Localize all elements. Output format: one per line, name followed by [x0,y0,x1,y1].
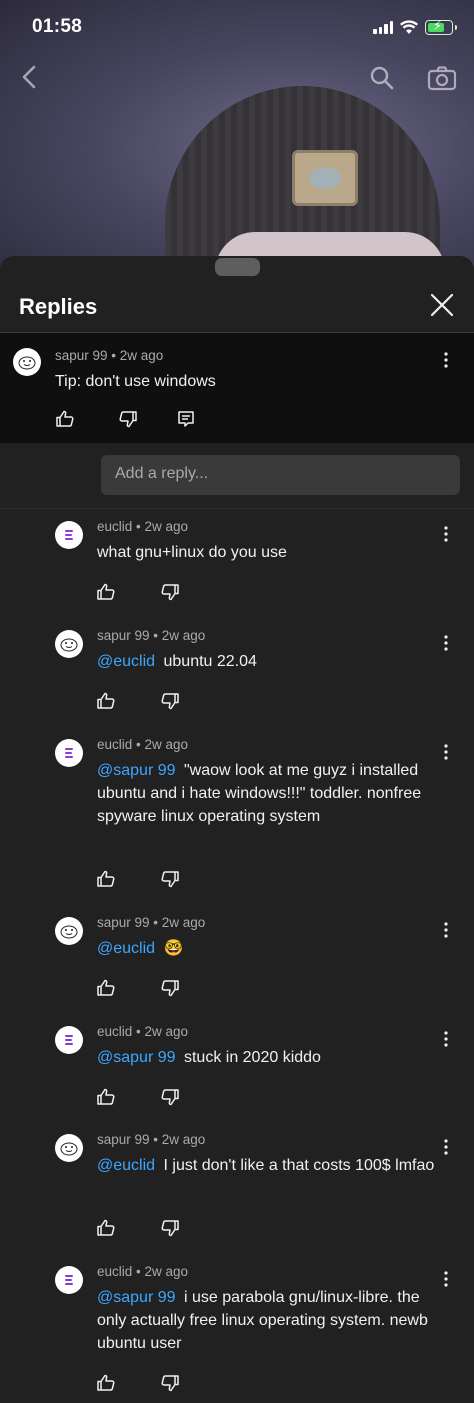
comment-meta: euclid • 2w ago [97,737,189,752]
avatar[interactable] [55,1026,83,1054]
comment-text: @sapur 99 "waow look at me guyz i instal… [97,759,442,828]
comment-meta: sapur 99 • 2w ago [97,628,206,643]
reply-divider [0,508,474,509]
camera-icon[interactable] [427,65,457,91]
comment-age: 2w ago [161,628,206,643]
avatar[interactable] [55,630,83,658]
comment-author[interactable]: sapur 99 [55,348,108,363]
add-reply-input[interactable]: Add a reply... [101,455,460,495]
avatar[interactable] [55,1134,83,1162]
thumbs-up-icon[interactable] [96,582,116,602]
comment-text: @euclid 🤓 [97,937,442,960]
battery-icon: ⚡ [425,18,457,35]
thumbs-up-icon[interactable] [96,1218,116,1238]
euclid-avatar-icon [65,1035,73,1045]
comment-mention[interactable]: @sapur 99 [97,1049,176,1066]
euclid-avatar-icon [65,748,73,758]
comment-meta: sapur 99 • 2w ago [97,1132,206,1147]
thumbs-down-icon[interactable] [160,869,180,889]
comment-mention[interactable]: @sapur 99 [97,762,176,779]
comment-age: 2w ago [144,1024,189,1039]
wifi-icon [399,20,419,34]
avatar[interactable] [13,348,41,376]
thumbs-up-icon[interactable] [96,1087,116,1107]
status-bar: 01:58 ⚡ [0,0,474,58]
thumbs-down-icon[interactable] [160,1373,180,1393]
comment-author[interactable]: euclid [97,737,132,752]
comment-text: @sapur 99 stuck in 2020 kiddo [97,1046,442,1069]
thumbs-down-icon[interactable] [160,978,180,998]
comment-author[interactable]: euclid [97,1024,132,1039]
comment-age: 2w ago [144,519,189,534]
comment-meta: euclid • 2w ago [97,1264,189,1279]
euclid-avatar-icon [65,530,73,540]
more-vert-icon[interactable] [438,351,454,369]
close-icon[interactable] [429,292,455,318]
status-time: 01:58 [32,16,83,37]
comment-text: @euclid ubuntu 22.04 [97,650,442,673]
thumbs-up-icon[interactable] [55,409,75,429]
comment-mention[interactable]: @sapur 99 [97,1289,176,1306]
comment-text: @sapur 99 i use parabola gnu/linux-libre… [97,1286,442,1355]
comment-meta: sapur 99 • 2w ago [55,348,164,363]
thumbs-up-icon[interactable] [96,691,116,711]
search-icon[interactable] [369,65,395,91]
comment-age: 2w ago [119,348,164,363]
snowman-avatar-icon [60,638,78,652]
comment-mention[interactable]: @euclid [97,1157,155,1174]
comment-body: ubuntu 22.04 [163,653,257,670]
comment-mention[interactable]: @euclid [97,653,155,670]
video-hat-patch [292,150,358,206]
comment-age: 2w ago [144,737,189,752]
thumbs-up-icon[interactable] [96,1373,116,1393]
thumbs-down-icon[interactable] [160,691,180,711]
reply-icon[interactable] [176,409,196,429]
thumbs-down-icon[interactable] [160,582,180,602]
snowman-avatar-icon [60,1142,78,1156]
comment-age: 2w ago [161,1132,206,1147]
comment-author[interactable]: euclid [97,519,132,534]
thumbs-down-icon[interactable] [160,1087,180,1107]
thumbs-up-icon[interactable] [96,978,116,998]
comment-mention[interactable]: @euclid [97,940,155,957]
comment-text: what gnu+linux do you use [97,541,442,564]
thumbs-up-icon[interactable] [96,869,116,889]
comment-text: @euclid I just don't like a that costs 1… [97,1154,442,1177]
comment-author[interactable]: sapur 99 [97,915,150,930]
parent-comment: sapur 99 • 2w ago Tip: don't use windows [0,333,474,443]
comment-author[interactable]: sapur 99 [97,1132,150,1147]
snowman-avatar-icon [18,356,36,370]
avatar[interactable] [55,1266,83,1294]
thumbs-down-icon[interactable] [160,1218,180,1238]
sheet-title: Replies [19,294,98,319]
euclid-avatar-icon [65,1275,73,1285]
avatar[interactable] [55,521,83,549]
comment-meta: euclid • 2w ago [97,1024,189,1039]
comment-body: what gnu+linux do you use [97,544,287,561]
comment-meta: euclid • 2w ago [97,519,189,534]
comment-body: I just don't like a that costs 100$ lmfa… [163,1157,435,1174]
snowman-avatar-icon [60,925,78,939]
avatar[interactable] [55,739,83,767]
thumbs-down-icon[interactable] [118,409,138,429]
comment-age: 2w ago [161,915,206,930]
avatar[interactable] [55,917,83,945]
comment-age: 2w ago [144,1264,189,1279]
comment-author[interactable]: sapur 99 [97,628,150,643]
cellular-signal-icon [373,21,393,34]
comment-meta: sapur 99 • 2w ago [97,915,206,930]
chevron-left-icon[interactable] [17,64,41,90]
comment-text: Tip: don't use windows [55,373,216,390]
comment-body: 🤓 [163,940,184,957]
replies-sheet: Replies sapur 99 • 2w ago Tip: don't use… [0,256,474,1403]
comment-body: stuck in 2020 kiddo [183,1049,321,1066]
comment-author[interactable]: euclid [97,1264,132,1279]
drag-handle[interactable] [215,258,260,276]
